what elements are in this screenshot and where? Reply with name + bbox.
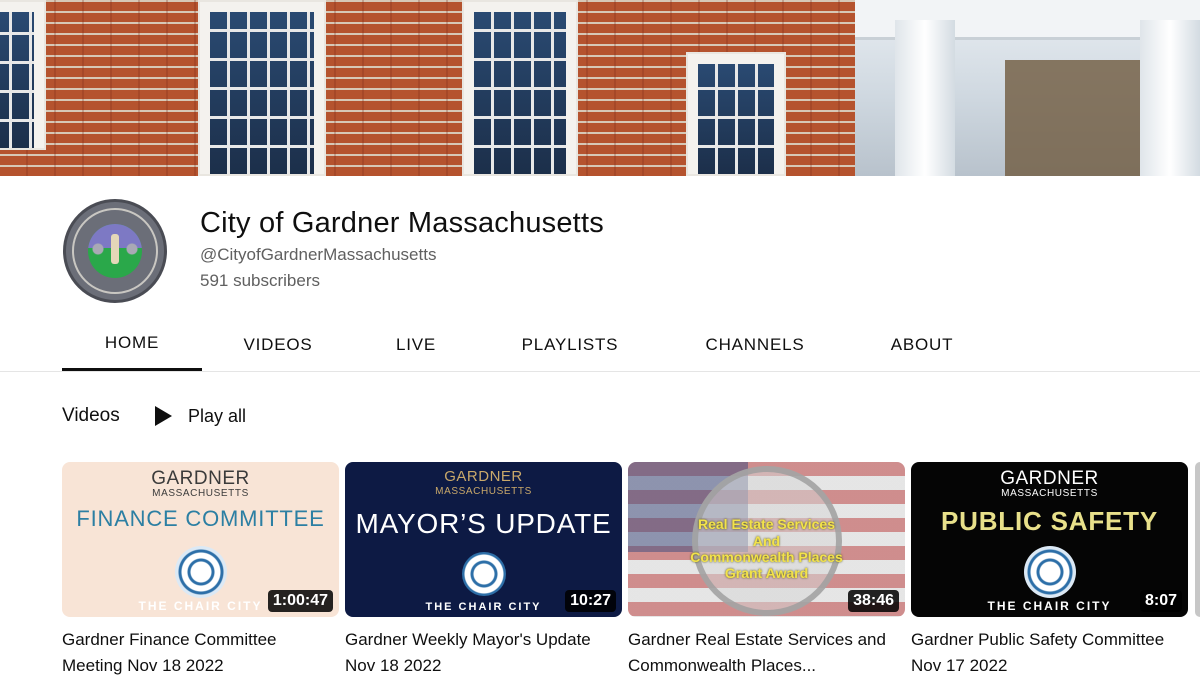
next-video-card-edge[interactable] bbox=[1195, 462, 1200, 617]
duration-badge: 10:27 bbox=[565, 590, 616, 612]
banner-window bbox=[686, 52, 786, 176]
channel-banner bbox=[0, 0, 1200, 176]
video-card[interactable]: GARDNER MASSACHUSETTS FINANCE COMMITTEE … bbox=[62, 462, 339, 679]
video-card[interactable]: GARDNER MASSACHUSETTS MAYOR’S UPDATE THE… bbox=[345, 462, 622, 679]
avatar-seal-emblem bbox=[88, 224, 142, 278]
thumb-text: And bbox=[752, 533, 781, 549]
duration-badge: 1:00:47 bbox=[267, 590, 333, 612]
video-title[interactable]: Gardner Real Estate Services and Commonw… bbox=[628, 627, 898, 679]
section-title-videos: Videos bbox=[62, 405, 120, 426]
thumb-text: MASSACHUSETTS bbox=[1001, 488, 1098, 499]
video-title[interactable]: Gardner Public Safety Committee Nov 17 2… bbox=[911, 627, 1181, 679]
banner-window bbox=[198, 0, 326, 176]
video-card[interactable]: GARDNER MASSACHUSETTS PUBLIC SAFETY THE … bbox=[911, 462, 1188, 679]
play-all-label: Play all bbox=[188, 405, 247, 426]
thumb-text: MAYOR’S UPDATE bbox=[355, 508, 612, 539]
video-thumbnail[interactable]: GARDNER MASSACHUSETTS PUBLIC SAFETY THE … bbox=[911, 462, 1188, 617]
thumb-text: GARDNER bbox=[444, 468, 523, 485]
video-thumbnail[interactable]: GARDNER MASSACHUSETTS FINANCE COMMITTEE … bbox=[62, 462, 339, 617]
tab-live[interactable]: LIVE bbox=[374, 318, 458, 371]
thumb-text: Grant Award bbox=[724, 565, 809, 581]
banner-portico bbox=[855, 0, 1200, 176]
thumb-text: FINANCE COMMITTEE bbox=[76, 506, 325, 531]
thumb-text: MASSACHUSETTS bbox=[152, 488, 249, 499]
tab-playlists[interactable]: PLAYLISTS bbox=[505, 318, 635, 371]
thumb-text: PUBLIC SAFETY bbox=[941, 506, 1158, 536]
channel-handle: @CityofGardnerMassachusetts bbox=[200, 245, 437, 264]
duration-badge: 38:46 bbox=[848, 590, 899, 612]
thumb-text: GARDNER bbox=[1000, 468, 1099, 489]
tab-home[interactable]: HOME bbox=[62, 318, 202, 371]
subscriber-count: 591 subscribers bbox=[200, 271, 321, 290]
thumb-text: MASSACHUSETTS bbox=[435, 486, 532, 497]
city-seal-icon bbox=[1023, 546, 1076, 598]
banner-window bbox=[0, 0, 46, 150]
thumb-text: Real Estate Services bbox=[698, 516, 835, 532]
play-all-button[interactable]: Play all bbox=[155, 404, 246, 428]
city-seal-icon bbox=[174, 546, 227, 598]
video-title[interactable]: Gardner Weekly Mayor's Update Nov 18 202… bbox=[345, 627, 615, 679]
duration-badge: 8:07 bbox=[1139, 590, 1182, 612]
play-icon bbox=[155, 406, 172, 426]
city-seal-icon bbox=[461, 552, 506, 596]
channel-avatar[interactable] bbox=[63, 199, 167, 303]
tab-channels[interactable]: CHANNELS bbox=[690, 318, 820, 371]
thumb-text: Commonwealth Places bbox=[690, 549, 843, 565]
video-thumbnail[interactable]: GARDNER MASSACHUSETTS MAYOR’S UPDATE THE… bbox=[345, 462, 622, 617]
tab-videos[interactable]: VIDEOS bbox=[222, 318, 334, 371]
video-thumbnail[interactable]: Real Estate Services And Commonwealth Pl… bbox=[628, 462, 905, 617]
tab-about[interactable]: ABOUT bbox=[876, 318, 968, 371]
video-card[interactable]: Real Estate Services And Commonwealth Pl… bbox=[628, 462, 905, 679]
thumb-text: GARDNER bbox=[151, 468, 250, 489]
banner-window bbox=[462, 0, 578, 176]
channel-tabs: HOME VIDEOS LIVE PLAYLISTS CHANNELS ABOU… bbox=[0, 318, 1200, 372]
channel-name: City of Gardner Massachusetts bbox=[200, 207, 604, 239]
video-title[interactable]: Gardner Finance Committee Meeting Nov 18… bbox=[62, 627, 332, 679]
